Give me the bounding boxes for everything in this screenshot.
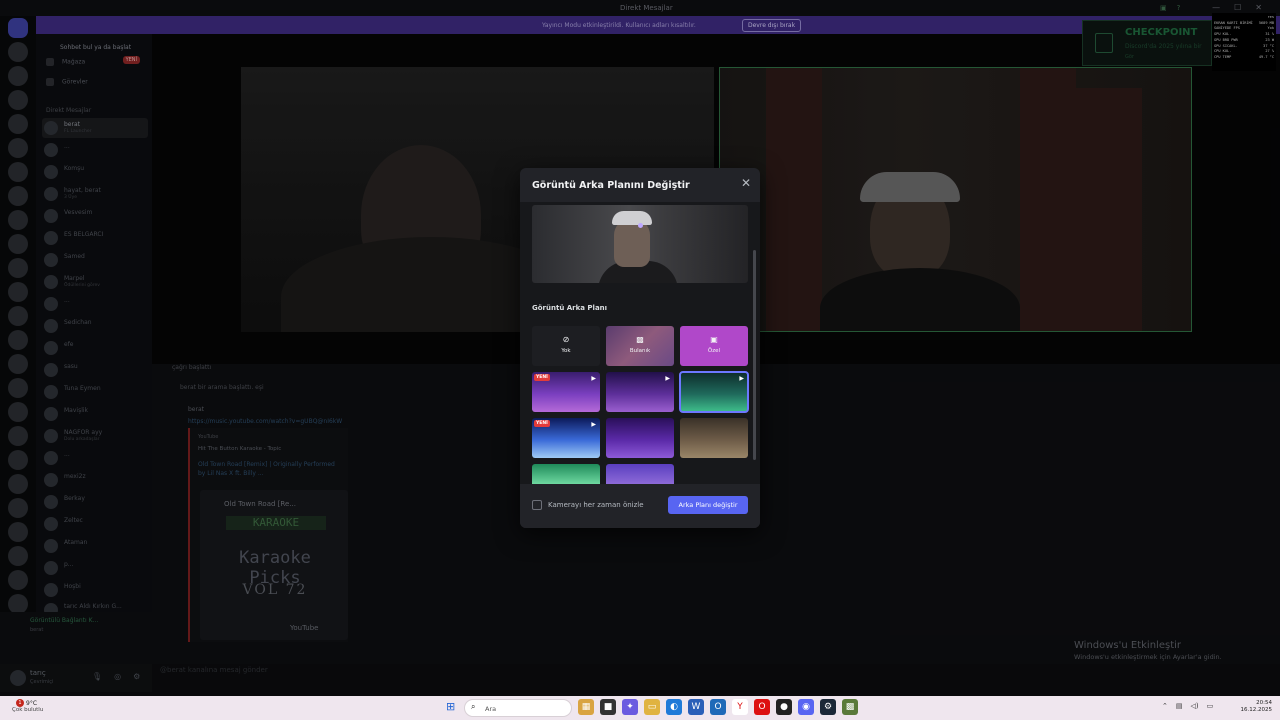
volume-icon[interactable]: ◁) [1191, 702, 1199, 710]
opera-icon[interactable]: O [754, 699, 770, 715]
modal-title: Görüntü Arka Planını Değiştir [532, 180, 690, 191]
play-icon: ▶ [665, 375, 670, 382]
bg-option-none[interactable]: ⊘ Yok [532, 326, 600, 366]
outlook-icon[interactable]: O [710, 699, 726, 715]
system-tray: ⌃ ▤ ◁) ▭ [1162, 702, 1213, 710]
windows-start-icon[interactable]: ⊞ [446, 701, 458, 713]
file-explorer-icon[interactable]: ▭ [644, 699, 660, 715]
none-icon: ⊘ [562, 335, 570, 344]
modal-scroll-area: Görüntü Arka Planı ⊘ Yok ▩ Bulanık ▣ Öze… [520, 202, 760, 484]
camera-preview [532, 205, 748, 283]
yandex-icon[interactable]: Y [732, 699, 748, 715]
bg-scene[interactable] [680, 418, 748, 458]
bg-scene[interactable] [532, 464, 600, 484]
taskbar-clock[interactable]: 20:54 16.12.2025 [1240, 700, 1273, 714]
close-icon[interactable]: ✕ [739, 176, 753, 190]
discord-taskbar-icon[interactable]: ◉ [798, 699, 814, 715]
app-icon[interactable]: ▦ [578, 699, 594, 715]
play-icon: ▶ [591, 421, 596, 428]
network-icon[interactable]: ▤ [1176, 702, 1183, 710]
bg-option-blur[interactable]: ▩ Bulanık [606, 326, 674, 366]
preview-checkbox-label: Kamerayı her zaman önizle [548, 501, 644, 509]
custom-image-icon: ▣ [710, 335, 718, 344]
bg-scene[interactable]: YENİ ▶ [532, 372, 600, 412]
change-background-button[interactable]: Arka Planı değiştir [668, 496, 748, 514]
change-background-modal: Görüntü Arka Planını Değiştir ✕ Görüntü … [520, 168, 760, 528]
word-icon[interactable]: W [688, 699, 704, 715]
battery-icon[interactable]: ▭ [1207, 702, 1214, 710]
windows-taskbar: 9°C Çok bulutlu 1 ⊞ ⌕ Ara ▦ ■ ✦ ▭ ◐ W O … [0, 696, 1280, 720]
search-icon: ⌕ [471, 702, 476, 711]
preview-checkbox[interactable] [532, 500, 542, 510]
steam-icon[interactable]: ⚙ [820, 699, 836, 715]
bg-scene[interactable] [606, 464, 674, 484]
modal-footer: Kamerayı her zaman önizle Arka Planı değ… [520, 484, 760, 528]
bg-scene[interactable] [606, 418, 674, 458]
taskbar-search[interactable]: ⌕ Ara [464, 699, 572, 717]
copilot-icon[interactable]: ✦ [622, 699, 638, 715]
taskbar-apps: ▦ ■ ✦ ▭ ◐ W O Y O ● ◉ ⚙ ▩ [578, 699, 858, 715]
blur-icon: ▩ [636, 335, 644, 344]
minecraft-icon[interactable]: ▩ [842, 699, 858, 715]
bg-scene[interactable]: ▶ [606, 372, 674, 412]
new-tag: YENİ [534, 420, 550, 427]
bg-option-custom[interactable]: ▣ Özel [680, 326, 748, 366]
new-tag: YENİ [534, 374, 550, 381]
preview-face [614, 219, 650, 267]
play-icon: ▶ [591, 375, 596, 382]
edge-icon[interactable]: ◐ [666, 699, 682, 715]
preview-hat [612, 211, 652, 225]
app-icon[interactable]: ■ [600, 699, 616, 715]
app-icon[interactable]: ● [776, 699, 792, 715]
bg-scene-selected[interactable]: ▶ [679, 371, 749, 413]
chevron-up-icon[interactable]: ⌃ [1162, 702, 1168, 710]
section-label: Görüntü Arka Planı [532, 304, 608, 312]
modal-scrollbar[interactable] [753, 250, 756, 460]
preview-dot [638, 223, 643, 228]
weather-badge: 1 [16, 699, 24, 707]
bg-scene[interactable]: YENİ ▶ [532, 418, 600, 458]
play-icon: ▶ [739, 375, 744, 382]
